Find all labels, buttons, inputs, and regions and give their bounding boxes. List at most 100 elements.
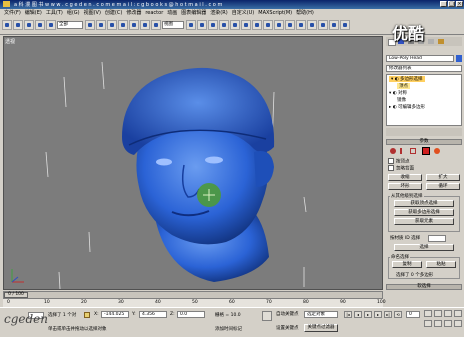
reference-coordinate-dropdown[interactable]: 视图 bbox=[162, 21, 184, 29]
auto-key-label[interactable]: 自动关键点 bbox=[276, 311, 299, 317]
named-selection-icon[interactable] bbox=[252, 20, 262, 30]
scale-icon[interactable] bbox=[151, 20, 161, 30]
rotate-icon[interactable] bbox=[140, 20, 150, 30]
element-icon[interactable] bbox=[434, 148, 440, 154]
by-vertex-checkbox[interactable]: 按顶点 bbox=[388, 158, 410, 165]
orbit-icon[interactable] bbox=[444, 320, 452, 327]
zoom-all-icon[interactable] bbox=[434, 310, 442, 317]
get-polygon-selection-button[interactable]: 获取多边形选择 bbox=[394, 209, 454, 216]
x-coordinate-field[interactable]: -144.025 bbox=[101, 311, 129, 318]
stack-item[interactable]: ▸ ◐ 可编辑多边形 bbox=[389, 104, 425, 110]
render-setup-icon[interactable] bbox=[329, 20, 339, 30]
menu-item[interactable]: 自定义(U) bbox=[232, 9, 255, 17]
layer-icon[interactable] bbox=[285, 20, 295, 30]
set-key-label[interactable]: 设置关键点 bbox=[276, 325, 299, 331]
field-of-view-icon[interactable] bbox=[424, 320, 432, 327]
mirror-icon[interactable] bbox=[263, 20, 273, 30]
rollout-soft-selection[interactable]: 软选择 bbox=[386, 284, 462, 290]
modifier-list-dropdown[interactable]: 修改器列表 bbox=[386, 65, 462, 72]
y-coordinate-field[interactable]: 4.356 bbox=[139, 311, 167, 318]
object-name-field[interactable]: Low-Poly Head bbox=[386, 55, 454, 62]
go-to-end-icon[interactable]: ▸| bbox=[384, 311, 392, 318]
bind-warp-icon[interactable] bbox=[46, 20, 56, 30]
display-tab-icon[interactable] bbox=[428, 39, 434, 44]
key-icon[interactable] bbox=[262, 311, 272, 321]
play-icon[interactable]: ▸ bbox=[364, 311, 372, 318]
previous-frame-icon[interactable]: ◂ bbox=[354, 311, 362, 318]
select-manipulate-icon[interactable] bbox=[197, 20, 207, 30]
get-element-button[interactable]: 获取元素 bbox=[394, 218, 454, 225]
menu-item[interactable]: 创建(C) bbox=[105, 9, 122, 17]
menu-item[interactable]: 帮助(H) bbox=[296, 9, 314, 17]
window-crossing-icon[interactable] bbox=[118, 20, 128, 30]
zoom-extents-icon[interactable] bbox=[444, 310, 452, 317]
object-color-swatch[interactable] bbox=[456, 55, 462, 62]
move-icon[interactable] bbox=[129, 20, 139, 30]
ignore-backfacing-checkbox[interactable]: 忽略背面 bbox=[388, 165, 414, 172]
redo-icon[interactable] bbox=[13, 20, 23, 30]
zoom-extents-all-icon[interactable] bbox=[454, 310, 462, 317]
go-to-start-icon[interactable]: |◂ bbox=[344, 311, 352, 318]
next-frame-icon[interactable]: ▸ bbox=[374, 311, 382, 318]
stack-item[interactable]: 顶点 bbox=[397, 83, 410, 89]
viewport-label[interactable]: 透视 bbox=[5, 38, 15, 45]
minimize-button[interactable]: _ bbox=[440, 1, 447, 7]
z-coordinate-field[interactable]: 0.0 bbox=[177, 311, 205, 318]
viewport-canvas[interactable] bbox=[4, 37, 383, 290]
grow-button[interactable]: 扩大 bbox=[426, 174, 460, 181]
get-vertex-selection-button[interactable]: 获取顶点选择 bbox=[394, 200, 454, 207]
select-by-name-icon[interactable] bbox=[96, 20, 106, 30]
stack-item[interactable]: 镜像 bbox=[397, 97, 406, 103]
lock-icon[interactable] bbox=[84, 312, 90, 318]
stack-item[interactable]: ▾ ◐ 对称 bbox=[389, 90, 407, 96]
menu-item[interactable]: 编辑(E) bbox=[25, 9, 42, 17]
rect-select-icon[interactable] bbox=[107, 20, 117, 30]
menu-item[interactable]: 组(G) bbox=[67, 9, 80, 17]
time-slider-thumb[interactable]: 0 / 100 bbox=[4, 292, 28, 298]
pan-icon[interactable] bbox=[434, 320, 442, 327]
key-filter-dropdown[interactable]: 选定对象 bbox=[304, 311, 338, 318]
current-frame-field[interactable]: 0 bbox=[406, 311, 420, 318]
link-icon[interactable] bbox=[24, 20, 34, 30]
close-button[interactable]: × bbox=[456, 1, 463, 7]
curve-editor-icon[interactable] bbox=[296, 20, 306, 30]
menu-item[interactable]: reactor bbox=[145, 9, 163, 17]
maximize-viewport-icon[interactable] bbox=[454, 320, 462, 327]
rollout-params[interactable]: 参数 bbox=[386, 139, 462, 145]
spinner-snap-icon[interactable] bbox=[241, 20, 251, 30]
paste-button[interactable]: 粘贴 bbox=[426, 261, 456, 268]
edge-icon[interactable] bbox=[400, 148, 406, 154]
undo-icon[interactable] bbox=[2, 20, 12, 30]
selection-filter-dropdown[interactable]: 全部 bbox=[57, 21, 83, 29]
polygon-icon[interactable] bbox=[422, 147, 430, 155]
copy-button[interactable]: 复制 bbox=[392, 261, 422, 268]
select-by-id-button[interactable]: 选择 bbox=[394, 244, 454, 251]
menu-item[interactable]: 修改器 bbox=[126, 9, 141, 17]
track-bar[interactable]: 0 10 20 30 40 50 60 70 80 90 100 bbox=[3, 299, 386, 307]
stack-item[interactable]: ▾ ◐ 多边形选择 bbox=[389, 76, 425, 82]
menu-item[interactable]: 工具(T) bbox=[46, 9, 63, 17]
add-time-tag[interactable]: 添加时间标记 bbox=[215, 326, 242, 332]
select-icon[interactable] bbox=[85, 20, 95, 30]
vertex-icon[interactable] bbox=[390, 148, 396, 154]
menu-item[interactable]: 文件(F) bbox=[4, 9, 21, 17]
unlink-icon[interactable] bbox=[35, 20, 45, 30]
ring-button[interactable]: 环形 bbox=[388, 183, 422, 190]
percent-snap-icon[interactable] bbox=[230, 20, 240, 30]
viewport-perspective[interactable] bbox=[3, 36, 383, 290]
maximize-button[interactable]: □ bbox=[448, 1, 455, 7]
key-mode-icon[interactable]: ⟲ bbox=[394, 311, 402, 318]
angle-snap-icon[interactable] bbox=[219, 20, 229, 30]
material-id-spinner[interactable] bbox=[428, 235, 446, 242]
shrink-button[interactable]: 收缩 bbox=[388, 174, 422, 181]
loop-button[interactable]: 循环 bbox=[426, 183, 460, 190]
modifier-stack[interactable]: ▾ ◐ 多边形选择 顶点 ▾ ◐ 对称 镜像 ▸ ◐ 可编辑多边形 bbox=[386, 74, 462, 126]
time-slider[interactable]: 0 / 100 bbox=[3, 291, 383, 299]
zoom-icon[interactable] bbox=[424, 310, 432, 317]
menu-item[interactable]: 渲染(R) bbox=[210, 9, 227, 17]
quick-render-icon[interactable] bbox=[340, 20, 350, 30]
pivot-icon[interactable] bbox=[186, 20, 196, 30]
snap-icon[interactable] bbox=[208, 20, 218, 30]
material-editor-icon[interactable] bbox=[318, 20, 328, 30]
schematic-icon[interactable] bbox=[307, 20, 317, 30]
